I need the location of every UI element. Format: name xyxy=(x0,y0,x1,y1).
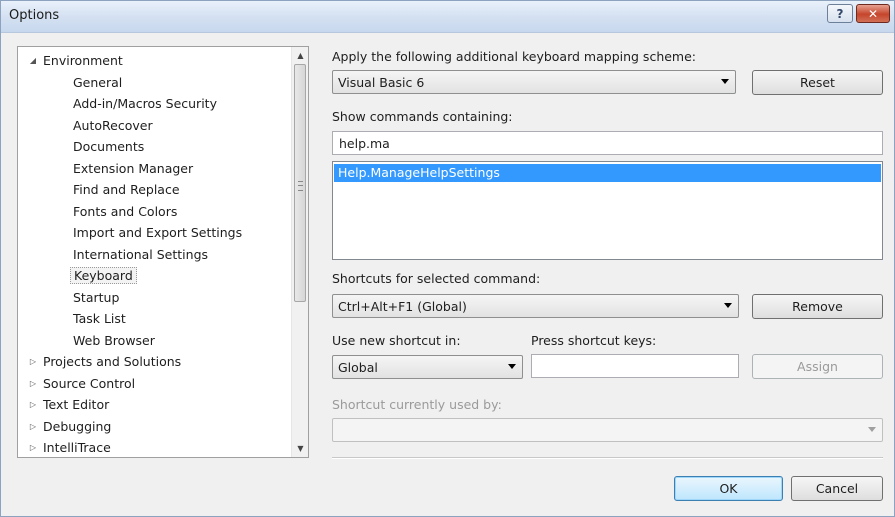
tree-item[interactable]: ▷ Source Control xyxy=(30,374,138,394)
use-shortcut-in-value: Global xyxy=(338,360,378,375)
commands-list[interactable]: Help.ManageHelpSettings xyxy=(332,161,883,260)
collapsed-arrow-icon[interactable]: ▷ xyxy=(26,417,40,437)
tree-item[interactable]: Find and Replace xyxy=(70,180,183,200)
tree-item[interactable]: Startup xyxy=(70,288,122,308)
tree-item[interactable]: International Settings xyxy=(70,245,211,265)
tree-item[interactable]: Web Browser xyxy=(70,331,158,351)
press-shortcut-keys-input[interactable] xyxy=(532,355,738,377)
tree-item-label: Debugging xyxy=(43,418,112,434)
shortcuts-value: Ctrl+Alt+F1 (Global) xyxy=(338,299,467,314)
tree-item-label: IntelliTrace xyxy=(43,440,111,455)
tree-item-label: International Settings xyxy=(73,246,209,262)
tree-item[interactable]: General xyxy=(70,73,125,93)
scroll-up-arrow-icon[interactable]: ▲ xyxy=(292,47,308,64)
reset-button[interactable]: Reset xyxy=(752,70,883,95)
tree-item-label: Fonts and Colors xyxy=(73,203,178,219)
assign-button[interactable]: Assign xyxy=(752,354,883,379)
shortcuts-label: Shortcuts for selected command: xyxy=(332,271,541,286)
tree-item-label: Projects and Solutions xyxy=(43,354,182,369)
tree-item[interactable]: Keyboard xyxy=(70,266,137,286)
chevron-down-icon xyxy=(721,79,729,84)
window-title: Options xyxy=(9,8,60,23)
tree-item-label: Source Control xyxy=(43,375,136,391)
press-shortcut-keys-label: Press shortcut keys: xyxy=(531,333,657,348)
tree-item-label: Task List xyxy=(73,311,126,326)
tree-item[interactable]: ▷ Text Editor xyxy=(30,395,112,415)
tree-item-label: AutoRecover xyxy=(73,117,153,133)
divider xyxy=(332,457,883,459)
tree-item[interactable]: ◢ Environment xyxy=(30,51,126,71)
tree-item-label: Add-in/Macros Security xyxy=(73,96,217,111)
tree-item-label: Documents xyxy=(73,139,145,154)
tree-item[interactable]: Add-in/Macros Security xyxy=(70,94,220,114)
command-filter-input[interactable] xyxy=(333,132,882,154)
options-tree[interactable]: ◢ Environment General Add-in/Macros Securit… xyxy=(17,46,309,458)
help-button[interactable]: ? xyxy=(827,4,853,23)
tree-item-label: Web Browser xyxy=(73,332,155,348)
ok-button[interactable]: OK xyxy=(674,476,783,501)
tree-item-label: Environment xyxy=(43,53,123,68)
list-item[interactable]: Help.ManageHelpSettings xyxy=(334,164,881,182)
mapping-scheme-label: Apply the following additional keyboard … xyxy=(332,49,697,64)
tree-item-label: Import and Export Settings xyxy=(73,225,243,240)
tree-item-label: Keyboard xyxy=(70,267,137,284)
scrollbar-thumb[interactable] xyxy=(294,64,306,302)
tree-item[interactable]: ▷ Debugging xyxy=(30,417,114,437)
tree-item-label: Extension Manager xyxy=(73,160,194,176)
close-button[interactable]: ✕ xyxy=(856,4,890,23)
mapping-scheme-value: Visual Basic 6 xyxy=(338,75,425,90)
tree-item[interactable]: Documents xyxy=(70,137,147,157)
mapping-scheme-select[interactable]: Visual Basic 6 xyxy=(332,70,736,94)
tree-item[interactable]: ▷ Projects and Solutions xyxy=(30,352,184,372)
tree-item[interactable]: Extension Manager xyxy=(70,159,196,179)
cancel-button[interactable]: Cancel xyxy=(791,476,883,501)
tree-item-label: Find and Replace xyxy=(73,182,180,197)
command-filter-input-box[interactable] xyxy=(332,131,883,155)
shortcuts-select[interactable]: Ctrl+Alt+F1 (Global) xyxy=(332,294,739,318)
options-dialog: Options ? ✕ ◢ Environment General Add-in/Ma… xyxy=(0,0,895,517)
tree-item[interactable]: Import and Export Settings xyxy=(70,223,245,243)
close-icon: ✕ xyxy=(867,6,879,21)
tree-item-label: Text Editor xyxy=(43,397,110,412)
remove-button[interactable]: Remove xyxy=(752,294,883,319)
tree-item[interactable]: Task List xyxy=(70,309,129,329)
tree-scrollbar[interactable]: ▲ ▼ xyxy=(291,47,308,457)
use-shortcut-in-label: Use new shortcut in: xyxy=(332,333,461,348)
title-bar[interactable]: Options ? ✕ xyxy=(1,1,894,33)
scroll-down-arrow-icon[interactable]: ▼ xyxy=(292,440,308,457)
chevron-down-icon xyxy=(868,427,876,432)
press-shortcut-keys-box[interactable] xyxy=(531,354,739,378)
collapsed-arrow-icon[interactable]: ▷ xyxy=(26,352,40,372)
shortcut-used-by-label: Shortcut currently used by: xyxy=(332,397,502,412)
expanded-arrow-icon[interactable]: ◢ xyxy=(26,51,40,71)
tree-item[interactable]: ▷ IntelliTrace xyxy=(30,438,114,457)
chevron-down-icon xyxy=(508,364,516,369)
show-commands-label: Show commands containing: xyxy=(332,109,513,124)
shortcut-used-by-select[interactable] xyxy=(332,418,883,442)
chevron-down-icon xyxy=(724,303,732,308)
help-icon: ? xyxy=(836,6,844,21)
tree-item[interactable]: Fonts and Colors xyxy=(70,202,180,222)
collapsed-arrow-icon[interactable]: ▷ xyxy=(26,438,40,457)
use-shortcut-in-select[interactable]: Global xyxy=(332,355,523,379)
collapsed-arrow-icon[interactable]: ▷ xyxy=(26,395,40,415)
collapsed-arrow-icon[interactable]: ▷ xyxy=(26,374,40,394)
grip-icon xyxy=(298,181,303,191)
tree-item[interactable]: AutoRecover xyxy=(70,116,156,136)
tree-item-label: General xyxy=(73,74,123,90)
tree-item-label: Startup xyxy=(73,289,120,305)
